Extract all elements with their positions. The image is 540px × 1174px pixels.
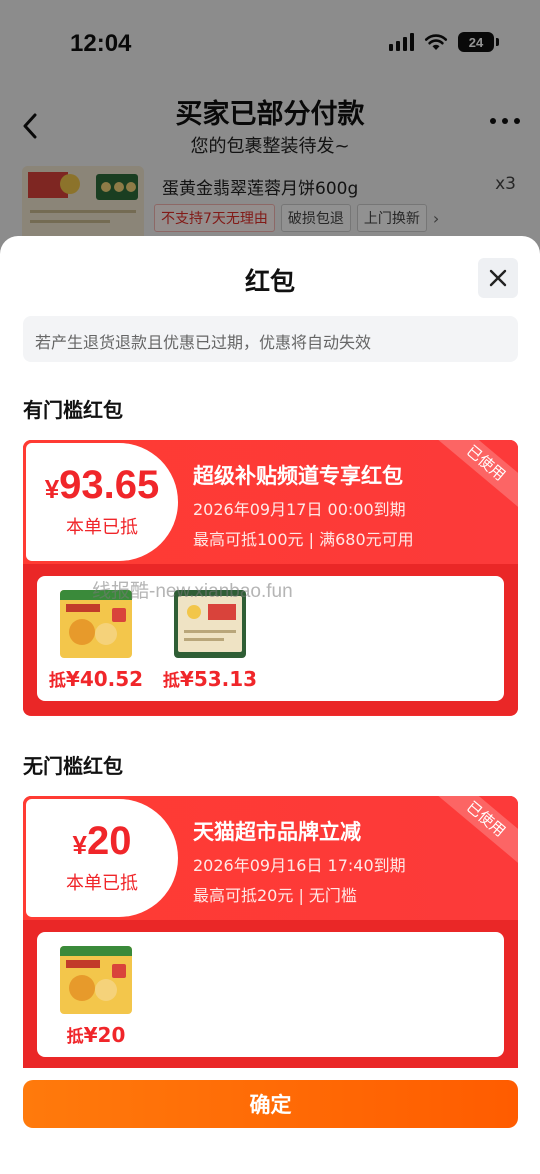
confirm-button[interactable]: 确定 — [23, 1080, 518, 1128]
close-icon — [489, 269, 507, 287]
product-image — [60, 946, 132, 1014]
coupon-expiry: 2026年09月17日 00:00到期 — [193, 500, 406, 519]
coupon-expiry: 2026年09月16日 17:40到期 — [193, 856, 406, 875]
watermark: 线报酷-new.xianbao.fun — [92, 581, 293, 602]
coupon-amount-panel: ¥93.65 本单已抵 — [26, 443, 178, 561]
sheet-title: 红包 — [244, 267, 295, 296]
coupon-rule: 最高可抵20元 | 无门槛 — [193, 886, 357, 905]
used-stamp: 已使用 — [431, 796, 518, 868]
coupon-card[interactable]: ¥20 本单已抵 天猫超市品牌立减 2026年09月16日 17:40到期 最高… — [23, 796, 518, 1086]
coupon-amount: ¥93.65 — [44, 463, 160, 507]
coupon-amount-panel: ¥20 本单已抵 — [26, 799, 178, 917]
applied-items: 抵¥20 — [37, 932, 504, 1057]
applied-item[interactable]: 抵¥53.13 — [163, 590, 257, 691]
item-deduct-amount: 抵¥40.52 — [48, 667, 144, 691]
notice-banner: 若产生退货退款且优惠已过期，优惠将自动失效 — [23, 316, 518, 362]
applied-item[interactable]: 抵¥20 — [53, 946, 139, 1047]
coupon-name: 超级补贴频道专享红包 — [193, 464, 403, 488]
item-deduct-amount: 抵¥20 — [66, 1023, 126, 1047]
section-title: 无门槛红包 — [23, 754, 123, 778]
coupon-items-area: 抵¥20 — [23, 920, 518, 1071]
red-packet-sheet: 红包 若产生退货退款且优惠已过期，优惠将自动失效 有门槛红包 ¥93.65 本单… — [0, 236, 540, 1174]
coupon-header: ¥20 本单已抵 天猫超市品牌立减 2026年09月16日 17:40到期 最高… — [23, 796, 518, 920]
modal-backdrop[interactable] — [0, 0, 540, 260]
applied-item[interactable]: 抵¥40.52 — [49, 590, 143, 691]
coupon-used-label: 本单已抵 — [66, 517, 138, 538]
used-stamp: 已使用 — [431, 440, 518, 512]
coupon-used-label: 本单已抵 — [66, 873, 138, 894]
item-deduct-amount: 抵¥53.13 — [162, 667, 258, 691]
coupon-name: 天猫超市品牌立减 — [193, 820, 361, 844]
section-title: 有门槛红包 — [23, 398, 123, 422]
coupon-rule: 最高可抵100元 | 满680元可用 — [193, 530, 414, 549]
coupon-header: ¥93.65 本单已抵 超级补贴频道专享红包 2026年09月17日 00:00… — [23, 440, 518, 564]
close-button[interactable] — [478, 258, 518, 298]
coupon-amount: ¥20 — [72, 819, 132, 863]
